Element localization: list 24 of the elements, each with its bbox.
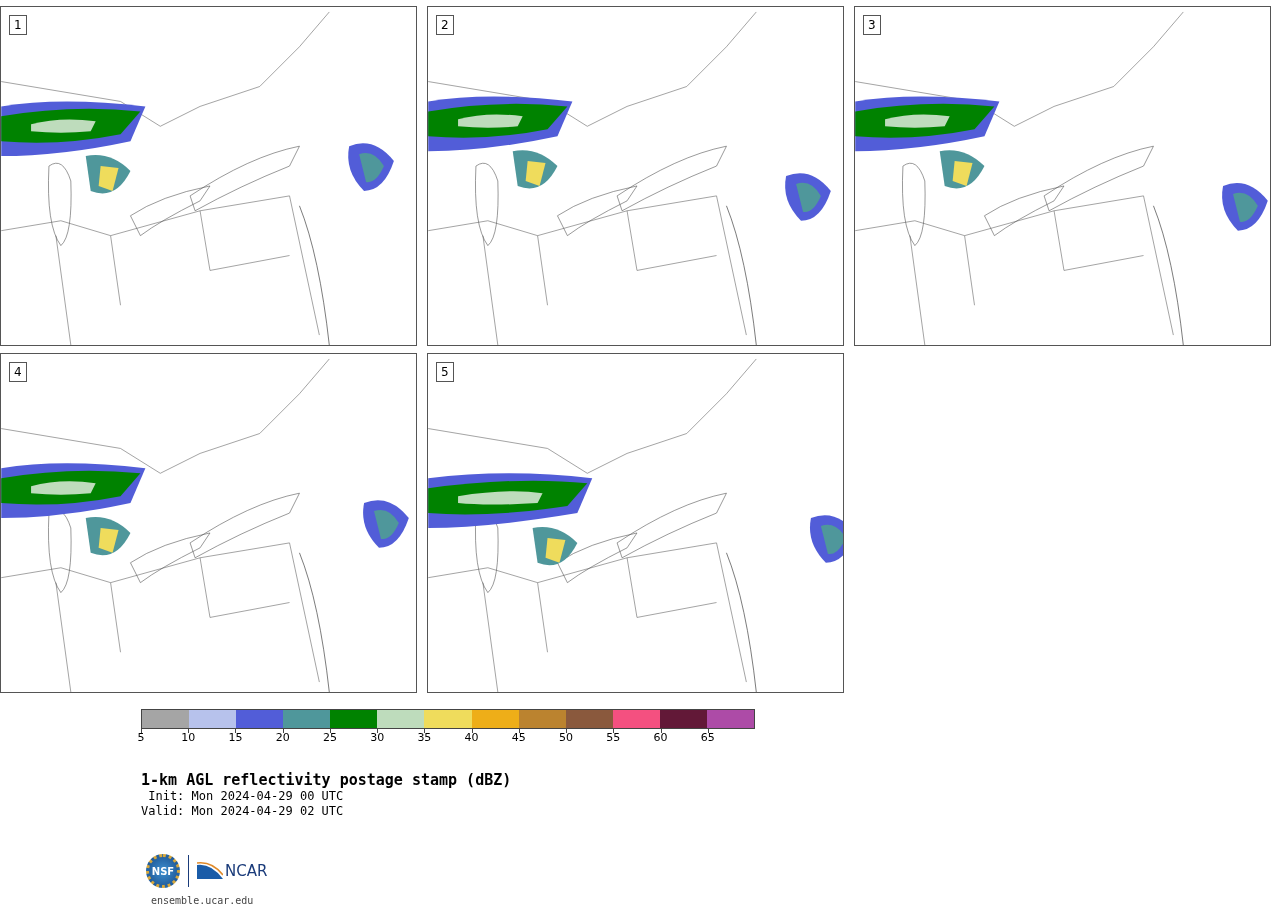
tick-label: 20 <box>275 731 290 744</box>
panel-number: 5 <box>436 362 454 382</box>
tick-label: 55 <box>606 731 621 744</box>
tick-label: 50 <box>559 731 574 744</box>
valid-time: Valid: Mon 2024-04-29 02 UTC <box>141 804 345 819</box>
panel-number: 3 <box>863 15 881 35</box>
tick-label: 40 <box>464 731 479 744</box>
panel-number: 4 <box>9 362 27 382</box>
ncar-logo: NCAR <box>197 861 268 881</box>
tick-label: 60 <box>653 731 668 744</box>
tick-label: 35 <box>417 731 432 744</box>
website-url: ensemble.ucar.edu <box>151 895 254 906</box>
tick-label: 10 <box>181 731 196 744</box>
tick-label: 15 <box>228 731 243 744</box>
tick-label: 45 <box>511 731 526 744</box>
panel-number: 2 <box>436 15 454 35</box>
tick-label: 25 <box>322 731 337 744</box>
panel-number: 1 <box>9 15 27 35</box>
chart-title: 1-km AGL reflectivity postage stamp (dBZ) <box>141 771 512 789</box>
tick-label: 65 <box>700 731 715 744</box>
nsf-logo: NSF <box>146 854 180 888</box>
tick-label: 30 <box>370 731 385 744</box>
tick-label: 5 <box>137 731 145 744</box>
init-time: Init: Mon 2024-04-29 00 UTC <box>147 789 345 804</box>
